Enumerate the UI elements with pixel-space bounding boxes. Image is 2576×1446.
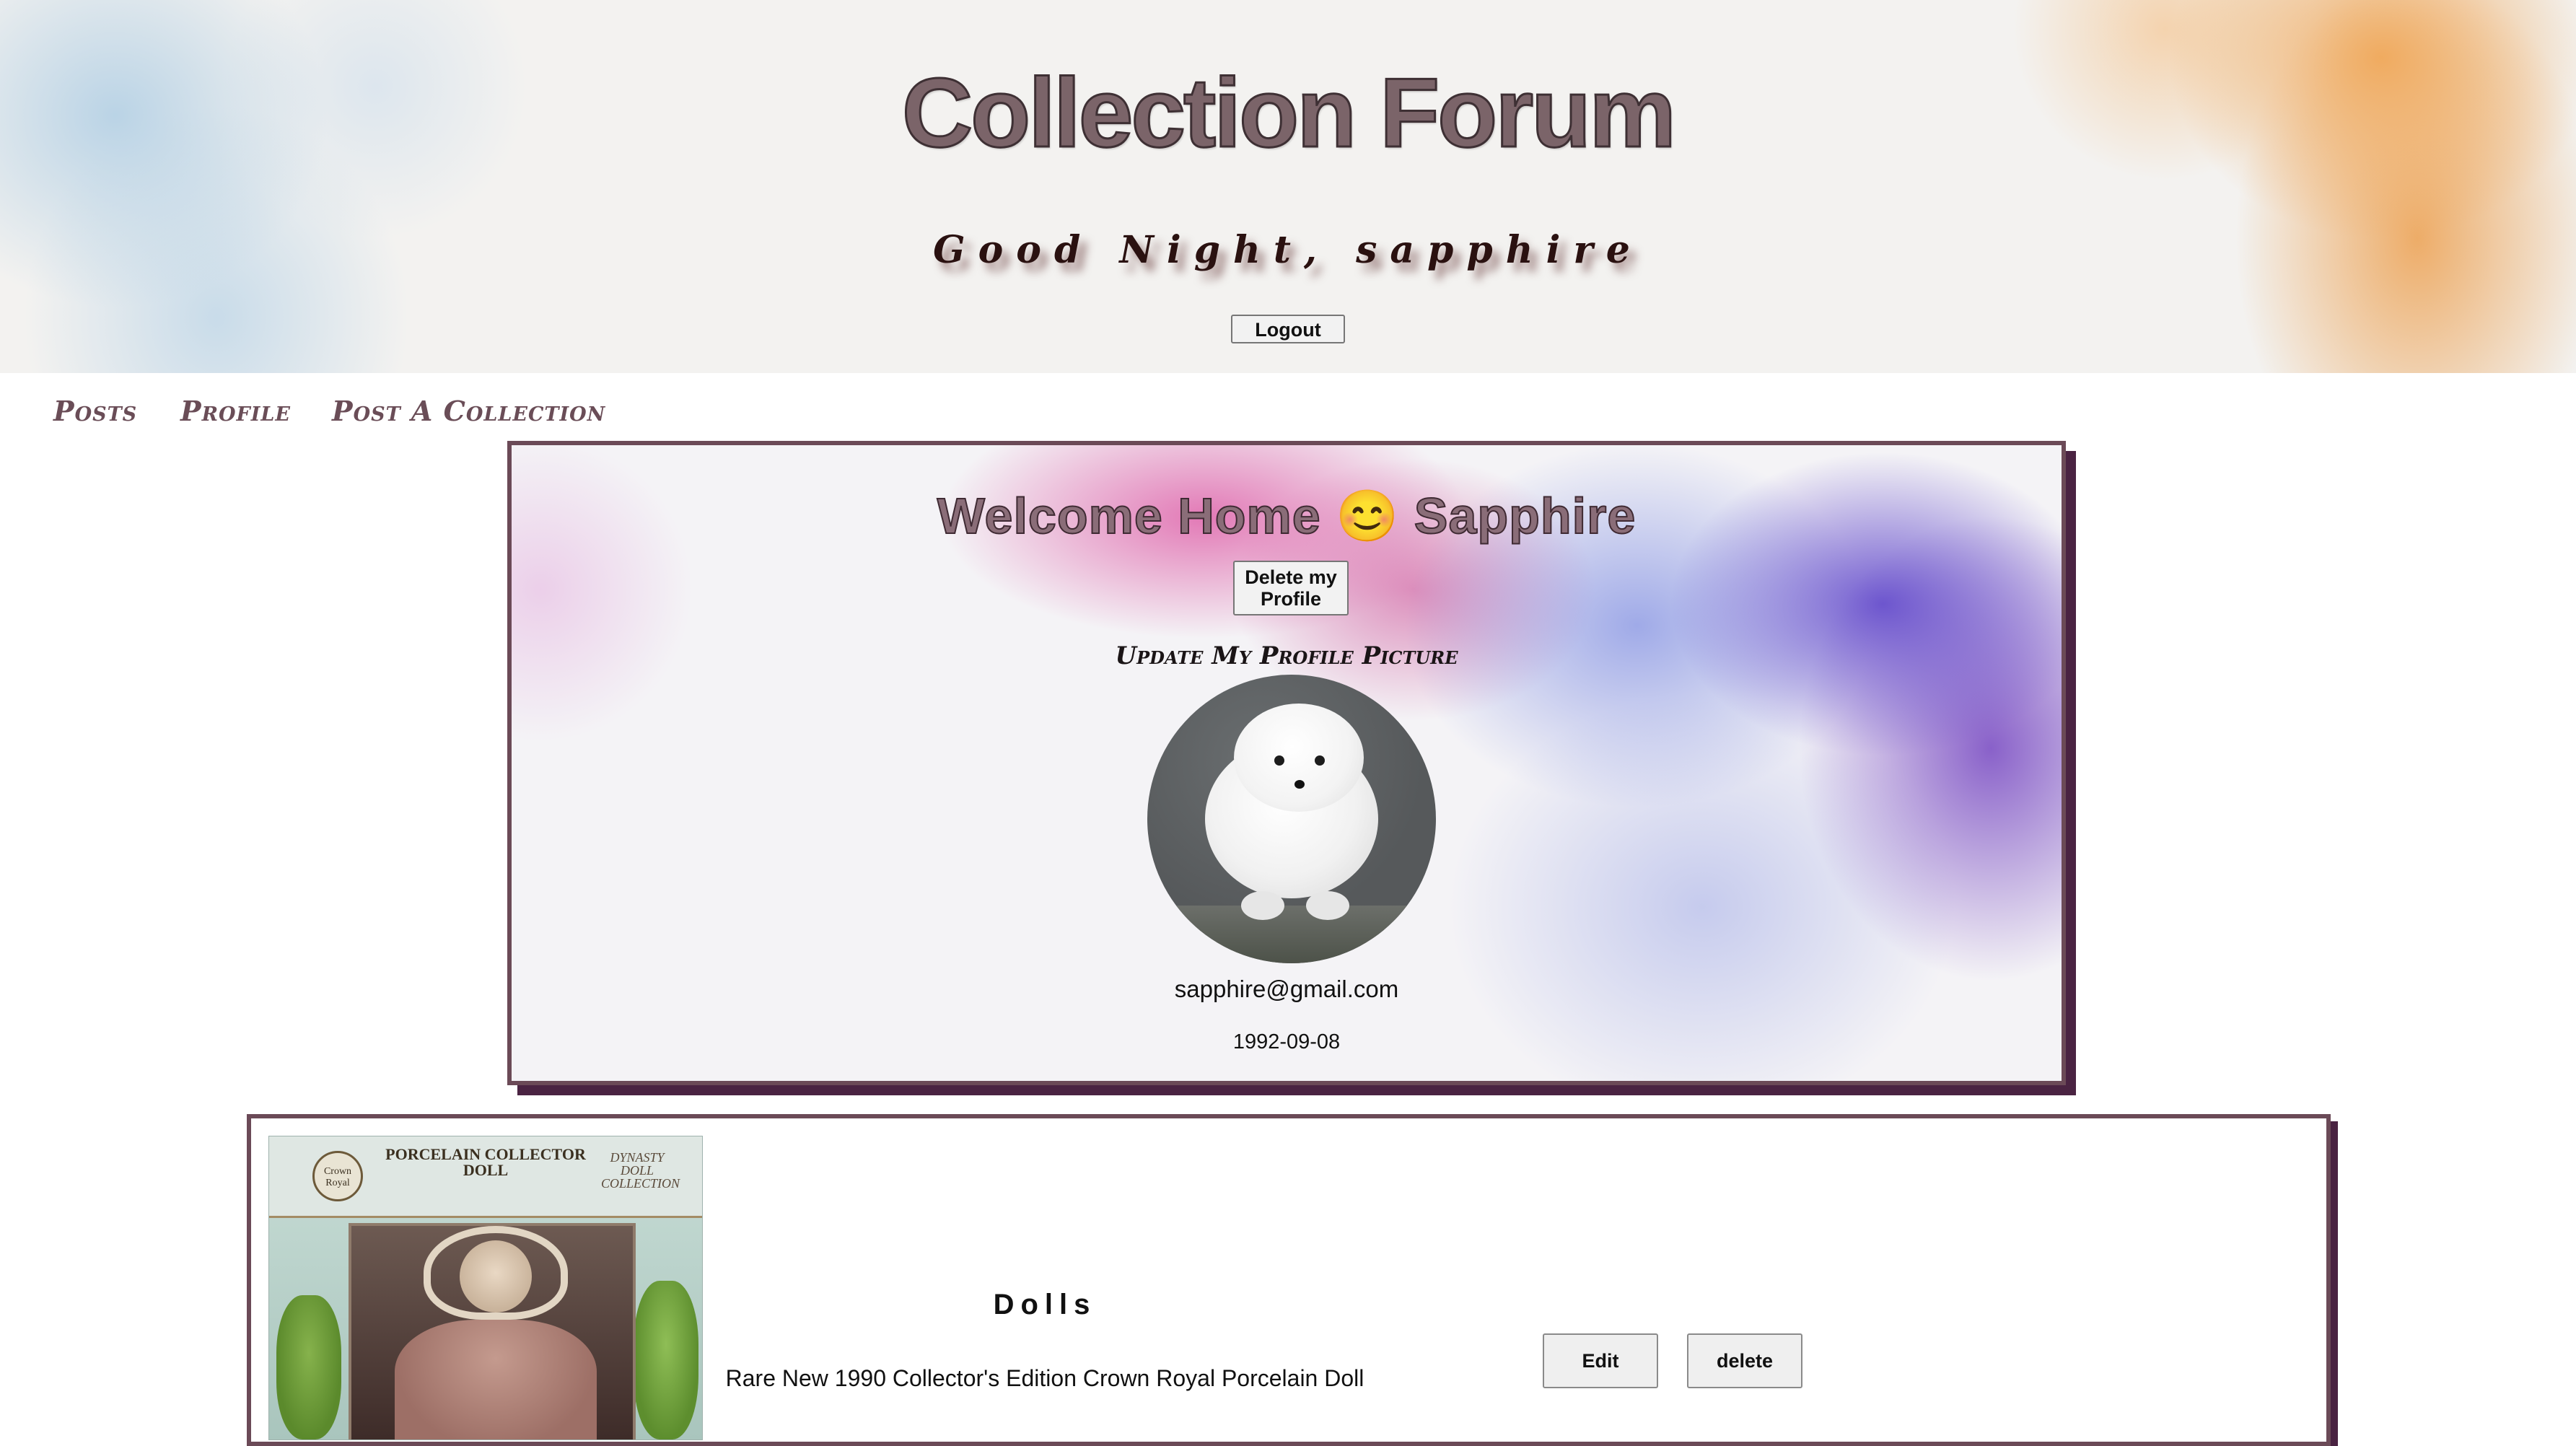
profile-birthdate: 1992-09-08 [1232,1030,1341,1053]
avatar-ground [1147,906,1436,963]
post-image: Crown Royal PORCELAIN COLLECTOR DOLL DYN… [268,1136,703,1440]
dog-foot-left [1241,891,1284,920]
logout-button[interactable]: Logout [1231,315,1345,343]
nav-item-profile[interactable]: Profile [180,395,291,427]
nav-item-post-a-collection[interactable]: Post A Collection [332,395,605,427]
dog-eye-right [1315,755,1325,766]
profile-card: Welcome Home 😊 Sapphire Delete my Profil… [507,441,2066,1085]
tree-right [634,1281,698,1440]
post-card: Crown Royal PORCELAIN COLLECTOR DOLL DYN… [247,1114,2331,1446]
doll-dress [395,1320,597,1440]
update-profile-picture-link[interactable]: Update My Profile Picture [512,641,2062,670]
delete-profile-button[interactable]: Delete my Profile [1233,561,1349,615]
post-description: Rare New 1990 Collector's Edition Crown … [725,1365,1364,1391]
tree-left [276,1295,341,1440]
delete-post-button[interactable]: delete [1687,1333,1802,1388]
doll-box-title: PORCELAIN COLLECTOR DOLL [385,1145,586,1179]
post-category: Dolls [993,1289,1097,1320]
edit-post-button[interactable]: Edit [1543,1333,1658,1388]
doll-box-top: Crown Royal PORCELAIN COLLECTOR DOLL DYN… [269,1136,702,1218]
dog-foot-right [1306,891,1349,920]
dog-head [1234,704,1364,812]
profile-email: sapphire@gmail.com [1174,976,1399,1002]
dog-nose [1294,780,1305,789]
greeting-text: Good Night, sapphire [933,228,1643,272]
site-title: Collection Forum [901,57,1677,169]
crown-royal-logo: Crown Royal [312,1151,363,1201]
welcome-heading: Welcome Home 😊 Sapphire [937,487,1637,545]
dynasty-doll-logo: DYNASTY DOLL COLLECTION [601,1150,680,1191]
doll-box-window [349,1223,636,1440]
nav-item-posts[interactable]: Posts [53,395,137,427]
dog-eye-left [1274,755,1284,766]
main-nav: Posts Profile Post A Collection [0,373,2576,442]
site-header: Collection Forum Good Night, sapphire Lo… [0,0,2576,373]
avatar[interactable] [1147,675,1436,963]
doll-bonnet [424,1226,568,1320]
